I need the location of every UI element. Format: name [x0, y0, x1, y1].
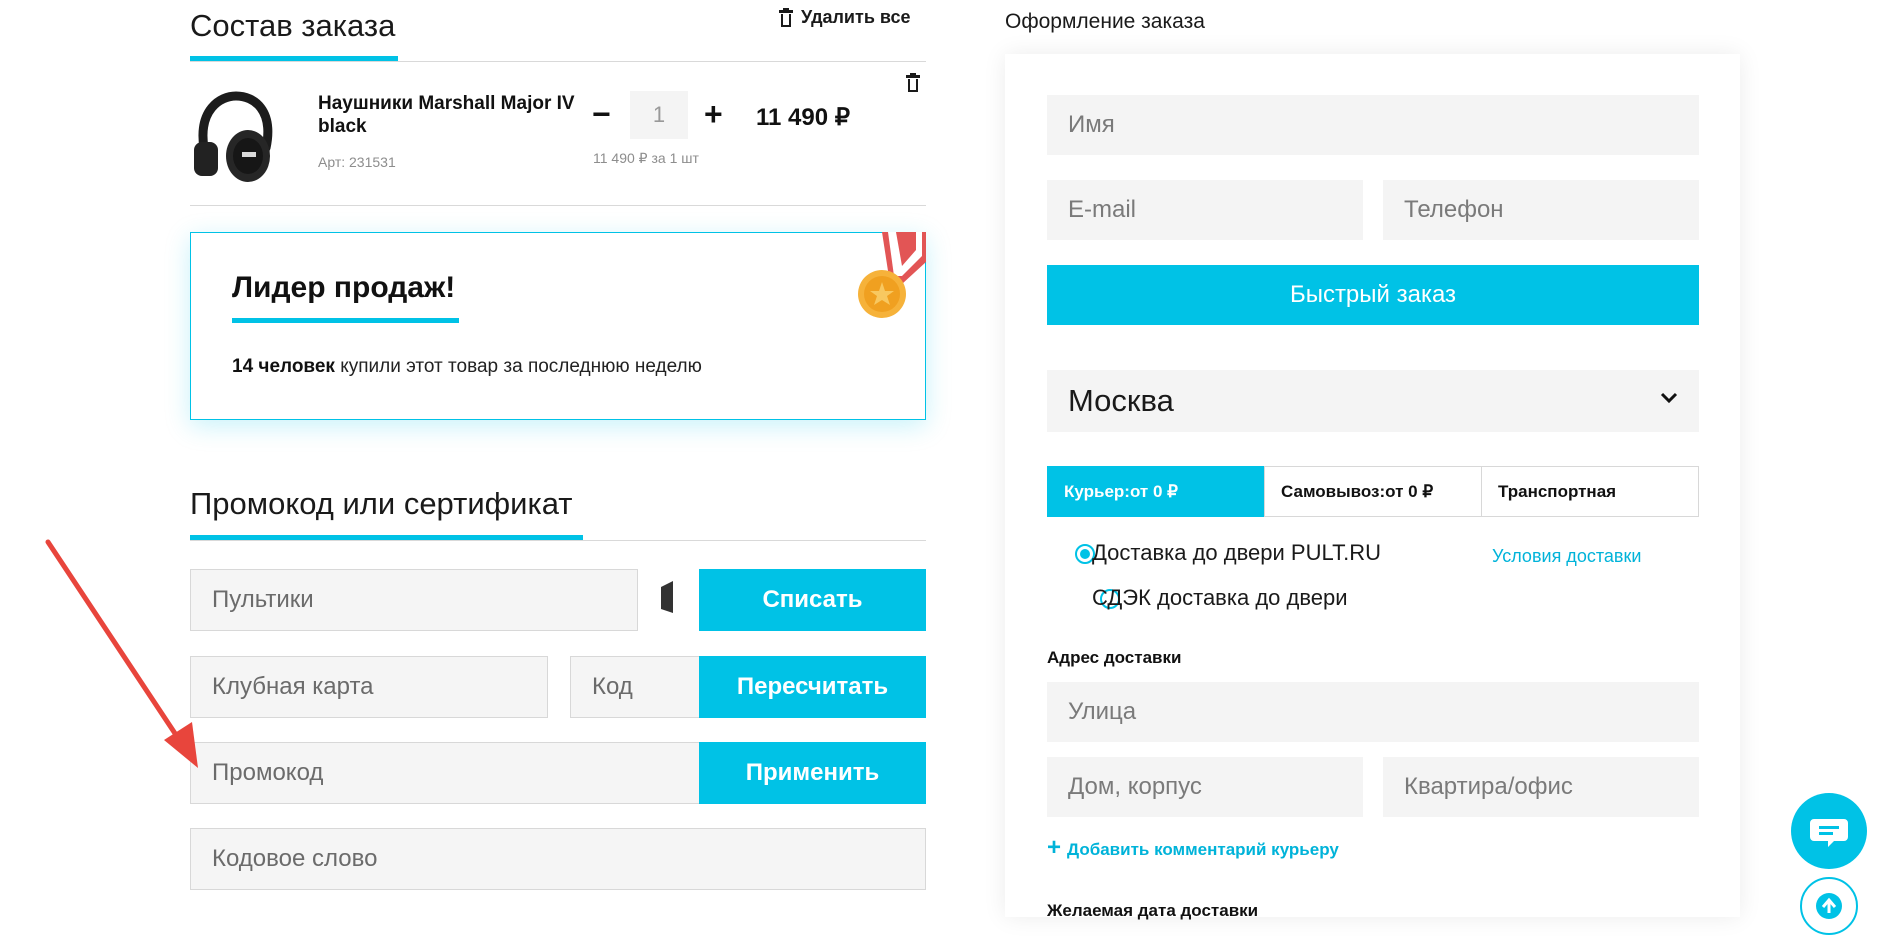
- apply-promo-button[interactable]: Применить: [699, 742, 926, 804]
- buyers-text: купили этот товар за последнюю неделю: [334, 356, 702, 377]
- sales-leader-underline: [232, 318, 459, 323]
- chat-bubble-icon: [1810, 819, 1848, 847]
- buyers-count: 14 человек: [232, 356, 335, 377]
- add-comment-label: Добавить комментарий курьеру: [1067, 840, 1339, 859]
- city-value: Москва: [1068, 383, 1174, 418]
- points-input[interactable]: Пультики: [190, 569, 638, 631]
- address-label: Адрес доставки: [1047, 648, 1182, 667]
- code-word-input[interactable]: Кодовое слово: [190, 828, 926, 890]
- redeem-points-button[interactable]: Списать: [699, 569, 926, 631]
- door-delivery-label[interactable]: Доставка до двери PULT.RU: [1092, 540, 1381, 566]
- add-comment-link[interactable]: + Добавить комментарий курьеру: [1047, 834, 1339, 862]
- product-article: Арт: 231531: [318, 154, 396, 170]
- sales-leader-box: [190, 232, 926, 420]
- tab-pickup[interactable]: Самовывоз:от 0 ₽: [1264, 466, 1482, 517]
- product-image[interactable]: [190, 90, 280, 186]
- headphones-image: [194, 91, 273, 182]
- cdek-delivery-label[interactable]: СДЭК доставка до двери: [1092, 585, 1348, 611]
- decrease-quantity-button[interactable]: −: [592, 98, 611, 130]
- tab-transport[interactable]: Транспортная: [1481, 466, 1699, 517]
- chevron-down-icon: [1660, 392, 1678, 404]
- plus-icon: +: [1047, 834, 1062, 861]
- house-input[interactable]: Дом, корпус: [1047, 757, 1363, 817]
- phone-input[interactable]: Телефон: [1383, 180, 1699, 240]
- recalculate-button[interactable]: Пересчитать: [699, 656, 926, 718]
- arrow-up-icon: [1816, 893, 1842, 919]
- unit-price: 11 490 ₽ за 1 шт: [593, 150, 699, 166]
- street-input[interactable]: Улица: [1047, 682, 1699, 742]
- medal-icon: [858, 232, 926, 318]
- order-title: Состав заказа: [190, 8, 396, 43]
- delete-all-label: Удалить все: [801, 7, 911, 27]
- name-input[interactable]: Имя: [1047, 95, 1699, 155]
- scroll-top-button[interactable]: [1800, 877, 1858, 935]
- apartment-input[interactable]: Квартира/офис: [1383, 757, 1699, 817]
- chat-button[interactable]: [1791, 793, 1867, 869]
- tab-courier[interactable]: Курьер:от 0 ₽: [1047, 466, 1265, 517]
- promo-title: Промокод или сертификат: [190, 486, 573, 521]
- product-price: 11 490 ₽: [756, 104, 851, 131]
- quick-order-button[interactable]: Быстрый заказ: [1047, 265, 1699, 325]
- divider: [190, 540, 926, 541]
- product-name-line1: Наушники Marshall Major IV: [318, 93, 575, 114]
- quantity-input[interactable]: 1: [630, 91, 688, 139]
- email-input[interactable]: E-mail: [1047, 180, 1363, 240]
- delete-all-button[interactable]: Удалить все: [779, 7, 911, 28]
- divider: [190, 205, 926, 206]
- trash-icon[interactable]: [906, 73, 920, 92]
- product-name[interactable]: Наушники Marshall Major IV black: [318, 92, 575, 138]
- sales-leader-title: Лидер продаж!: [232, 271, 456, 304]
- delivery-terms-link[interactable]: Условия доставки: [1492, 546, 1641, 567]
- club-code-input[interactable]: Код: [570, 656, 700, 718]
- club-card-input[interactable]: Клубная карта: [190, 656, 548, 718]
- card-icon: [661, 581, 673, 613]
- promo-code-input[interactable]: Промокод: [190, 742, 700, 804]
- sales-leader-text: 14 человек купили этот товар за последню…: [232, 356, 702, 378]
- divider: [190, 61, 926, 62]
- product-name-line2: black: [318, 116, 367, 137]
- increase-quantity-button[interactable]: +: [704, 98, 723, 130]
- annotation-arrow: [45, 539, 198, 768]
- delivery-date-label: Желаемая дата доставки: [1047, 901, 1259, 920]
- city-select[interactable]: Москва: [1047, 370, 1699, 432]
- trash-icon: [779, 7, 793, 27]
- checkout-title: Оформление заказа: [1005, 10, 1205, 33]
